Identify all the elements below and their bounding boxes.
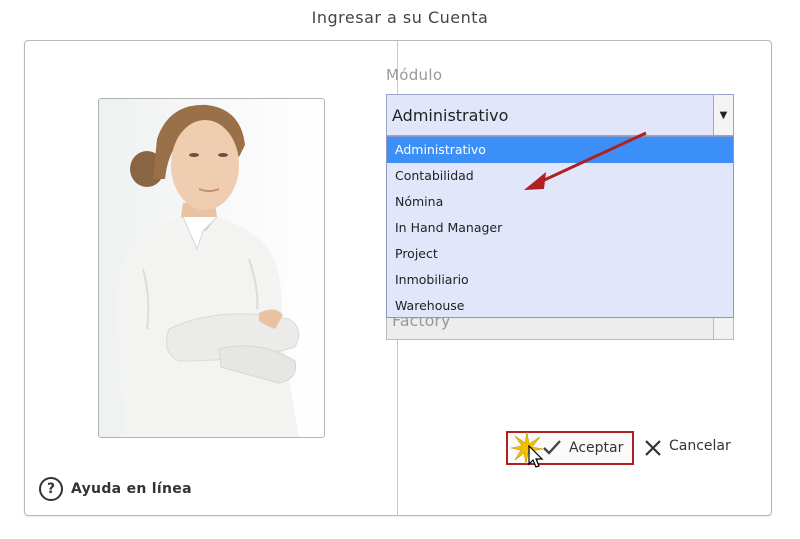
check-icon: [543, 440, 561, 455]
dropdown-option-project[interactable]: Project: [387, 241, 733, 267]
accept-button[interactable]: Aceptar: [506, 431, 634, 468]
module-select[interactable]: Administrativo ▼: [386, 94, 734, 136]
help-icon: ?: [39, 477, 63, 501]
mouse-cursor-icon: [528, 445, 544, 468]
online-help-link[interactable]: ? Ayuda en línea: [39, 477, 192, 501]
chevron-down-icon[interactable]: ▼: [713, 95, 733, 135]
cancel-label: Cancelar: [669, 438, 731, 454]
module-selected-value: Administrativo: [392, 105, 509, 125]
cancel-button[interactable]: Cancelar: [640, 431, 740, 465]
dropdown-option-warehouse[interactable]: Warehouse: [387, 293, 733, 319]
user-photo: [98, 98, 325, 438]
woman-portrait-image: [116, 104, 300, 437]
close-icon: [645, 440, 661, 456]
accept-label: Aceptar: [569, 440, 624, 456]
dropdown-option-contabilidad[interactable]: Contabilidad: [387, 163, 733, 189]
dropdown-option-in-hand-manager[interactable]: In Hand Manager: [387, 215, 733, 241]
module-dropdown-list: Administrativo Contabilidad Nómina In Ha…: [386, 136, 734, 318]
dropdown-option-nomina[interactable]: Nómina: [387, 189, 733, 215]
dropdown-option-administrativo[interactable]: Administrativo: [387, 137, 733, 163]
online-help-label: Ayuda en línea: [71, 481, 192, 497]
module-label: Módulo: [386, 66, 443, 84]
dropdown-option-inmobiliario[interactable]: Inmobiliario: [387, 267, 733, 293]
window-title: Ingresar a su Cuenta: [311, 8, 489, 27]
